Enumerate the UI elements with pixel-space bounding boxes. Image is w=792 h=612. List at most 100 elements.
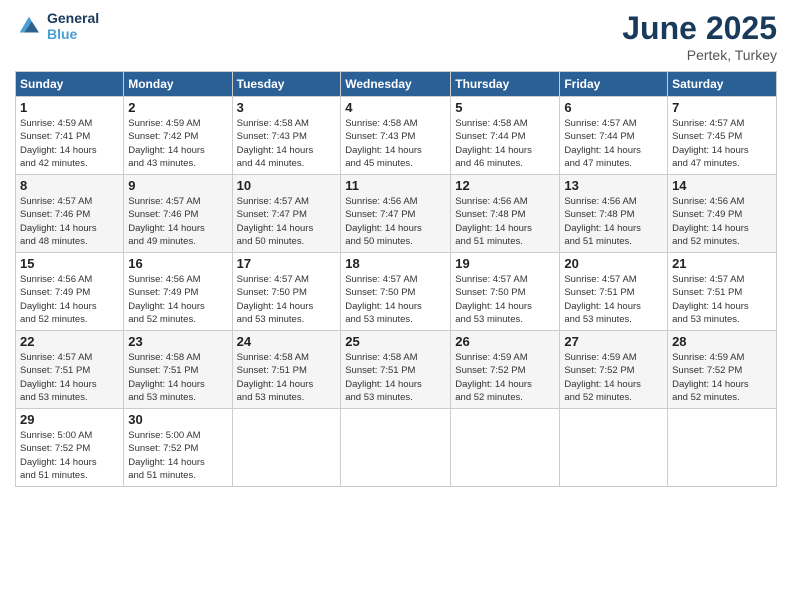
calendar-cell: 16 Sunrise: 4:56 AM Sunset: 7:49 PM Dayli… xyxy=(124,253,232,331)
calendar-cell: 3 Sunrise: 4:58 AM Sunset: 7:43 PM Daylig… xyxy=(232,97,341,175)
calendar-cell: 10 Sunrise: 4:57 AM Sunset: 7:47 PM Dayli… xyxy=(232,175,341,253)
day-number: 3 xyxy=(237,100,337,115)
calendar-cell: 9 Sunrise: 4:57 AM Sunset: 7:46 PM Daylig… xyxy=(124,175,232,253)
calendar-cell: 7 Sunrise: 4:57 AM Sunset: 7:45 PM Daylig… xyxy=(668,97,777,175)
day-info: Sunrise: 4:57 AM Sunset: 7:45 PM Dayligh… xyxy=(672,117,772,170)
calendar-cell: 15Sunrise: 4:56 AM Sunset: 7:49 PM Dayli… xyxy=(16,253,124,331)
day-number: 13 xyxy=(564,178,663,193)
calendar-cell: 23Sunrise: 4:58 AM Sunset: 7:51 PM Dayli… xyxy=(124,331,232,409)
page-header: General Blue June 2025 Pertek, Turkey xyxy=(15,10,777,63)
day-info: Sunrise: 4:56 AM Sunset: 7:49 PM Dayligh… xyxy=(128,273,227,326)
calendar-cell: 1 Sunrise: 4:59 AM Sunset: 7:41 PM Daylig… xyxy=(16,97,124,175)
day-number: 8 xyxy=(20,178,119,193)
calendar-cell: 6 Sunrise: 4:57 AM Sunset: 7:44 PM Daylig… xyxy=(560,97,668,175)
day-number: 21 xyxy=(672,256,772,271)
day-info: Sunrise: 4:58 AM Sunset: 7:44 PM Dayligh… xyxy=(455,117,555,170)
calendar-week-row: 1 Sunrise: 4:59 AM Sunset: 7:41 PM Daylig… xyxy=(16,97,777,175)
day-info: Sunrise: 4:58 AM Sunset: 7:43 PM Dayligh… xyxy=(345,117,446,170)
day-number: 11 xyxy=(345,178,446,193)
calendar-cell: 24 Sunrise: 4:58 AM Sunset: 7:51 PM Dayli… xyxy=(232,331,341,409)
calendar-cell: 4Sunrise: 4:58 AM Sunset: 7:43 PM Daylig… xyxy=(341,97,451,175)
day-number: 1 xyxy=(20,100,119,115)
day-info: Sunrise: 4:57 AM Sunset: 7:50 PM Dayligh… xyxy=(455,273,555,326)
day-number: 24 xyxy=(237,334,337,349)
calendar-cell: 17 Sunrise: 4:57 AM Sunset: 7:50 PM Dayli… xyxy=(232,253,341,331)
logo: General Blue xyxy=(15,10,99,42)
day-number: 28 xyxy=(672,334,772,349)
calendar-week-row: 29 Sunrise: 5:00 AM Sunset: 7:52 PM Dayli… xyxy=(16,409,777,487)
header-cell-thursday: Thursday xyxy=(451,72,560,97)
logo-text: General Blue xyxy=(47,10,99,42)
day-info: Sunrise: 4:56 AM Sunset: 7:49 PM Dayligh… xyxy=(20,273,119,326)
calendar-cell: 11 Sunrise: 4:56 AM Sunset: 7:47 PM Dayli… xyxy=(341,175,451,253)
calendar-body: 1 Sunrise: 4:59 AM Sunset: 7:41 PM Daylig… xyxy=(16,97,777,487)
calendar-cell: 25Sunrise: 4:58 AM Sunset: 7:51 PM Dayli… xyxy=(341,331,451,409)
calendar-cell: 30Sunrise: 5:00 AM Sunset: 7:52 PM Dayli… xyxy=(124,409,232,487)
calendar-cell xyxy=(451,409,560,487)
day-number: 16 xyxy=(128,256,227,271)
calendar-cell: 14 Sunrise: 4:56 AM Sunset: 7:49 PM Dayli… xyxy=(668,175,777,253)
day-info: Sunrise: 4:57 AM Sunset: 7:51 PM Dayligh… xyxy=(672,273,772,326)
day-number: 27 xyxy=(564,334,663,349)
calendar-cell: 2 Sunrise: 4:59 AM Sunset: 7:42 PM Daylig… xyxy=(124,97,232,175)
calendar-cell: 20 Sunrise: 4:57 AM Sunset: 7:51 PM Dayli… xyxy=(560,253,668,331)
calendar-cell: 13 Sunrise: 4:56 AM Sunset: 7:48 PM Dayli… xyxy=(560,175,668,253)
day-number: 29 xyxy=(20,412,119,427)
day-info: Sunrise: 4:59 AM Sunset: 7:52 PM Dayligh… xyxy=(564,351,663,404)
day-number: 17 xyxy=(237,256,337,271)
header-cell-saturday: Saturday xyxy=(668,72,777,97)
calendar-cell: 18Sunrise: 4:57 AM Sunset: 7:50 PM Dayli… xyxy=(341,253,451,331)
location: Pertek, Turkey xyxy=(622,47,777,63)
day-info: Sunrise: 4:58 AM Sunset: 7:51 PM Dayligh… xyxy=(345,351,446,404)
day-info: Sunrise: 4:58 AM Sunset: 7:51 PM Dayligh… xyxy=(237,351,337,404)
day-info: Sunrise: 4:56 AM Sunset: 7:48 PM Dayligh… xyxy=(455,195,555,248)
calendar-cell: 19 Sunrise: 4:57 AM Sunset: 7:50 PM Dayli… xyxy=(451,253,560,331)
day-number: 20 xyxy=(564,256,663,271)
day-info: Sunrise: 4:59 AM Sunset: 7:52 PM Dayligh… xyxy=(455,351,555,404)
day-number: 7 xyxy=(672,100,772,115)
calendar-cell: 28 Sunrise: 4:59 AM Sunset: 7:52 PM Dayli… xyxy=(668,331,777,409)
day-info: Sunrise: 4:59 AM Sunset: 7:42 PM Dayligh… xyxy=(128,117,227,170)
logo-icon xyxy=(15,12,43,40)
day-info: Sunrise: 4:57 AM Sunset: 7:46 PM Dayligh… xyxy=(20,195,119,248)
day-info: Sunrise: 4:57 AM Sunset: 7:46 PM Dayligh… xyxy=(128,195,227,248)
day-info: Sunrise: 4:57 AM Sunset: 7:50 PM Dayligh… xyxy=(237,273,337,326)
calendar-cell xyxy=(560,409,668,487)
calendar-cell: 12Sunrise: 4:56 AM Sunset: 7:48 PM Dayli… xyxy=(451,175,560,253)
day-number: 9 xyxy=(128,178,227,193)
month-year: June 2025 xyxy=(622,10,777,47)
day-info: Sunrise: 4:56 AM Sunset: 7:47 PM Dayligh… xyxy=(345,195,446,248)
day-number: 26 xyxy=(455,334,555,349)
day-number: 19 xyxy=(455,256,555,271)
calendar-cell: 5Sunrise: 4:58 AM Sunset: 7:44 PM Daylig… xyxy=(451,97,560,175)
day-number: 14 xyxy=(672,178,772,193)
day-info: Sunrise: 4:57 AM Sunset: 7:51 PM Dayligh… xyxy=(564,273,663,326)
header-cell-friday: Friday xyxy=(560,72,668,97)
calendar-cell xyxy=(232,409,341,487)
calendar-week-row: 8 Sunrise: 4:57 AM Sunset: 7:46 PM Daylig… xyxy=(16,175,777,253)
day-info: Sunrise: 4:56 AM Sunset: 7:49 PM Dayligh… xyxy=(672,195,772,248)
header-cell-monday: Monday xyxy=(124,72,232,97)
day-number: 18 xyxy=(345,256,446,271)
header-cell-sunday: Sunday xyxy=(16,72,124,97)
day-info: Sunrise: 4:58 AM Sunset: 7:51 PM Dayligh… xyxy=(128,351,227,404)
day-info: Sunrise: 4:59 AM Sunset: 7:52 PM Dayligh… xyxy=(672,351,772,404)
day-number: 6 xyxy=(564,100,663,115)
calendar-cell: 22Sunrise: 4:57 AM Sunset: 7:51 PM Dayli… xyxy=(16,331,124,409)
day-info: Sunrise: 4:57 AM Sunset: 7:47 PM Dayligh… xyxy=(237,195,337,248)
day-info: Sunrise: 5:00 AM Sunset: 7:52 PM Dayligh… xyxy=(20,429,119,482)
day-number: 10 xyxy=(237,178,337,193)
day-info: Sunrise: 4:57 AM Sunset: 7:44 PM Dayligh… xyxy=(564,117,663,170)
calendar-week-row: 22Sunrise: 4:57 AM Sunset: 7:51 PM Dayli… xyxy=(16,331,777,409)
calendar-table: SundayMondayTuesdayWednesdayThursdayFrid… xyxy=(15,71,777,487)
day-number: 2 xyxy=(128,100,227,115)
day-info: Sunrise: 4:56 AM Sunset: 7:48 PM Dayligh… xyxy=(564,195,663,248)
day-number: 30 xyxy=(128,412,227,427)
calendar-cell: 21 Sunrise: 4:57 AM Sunset: 7:51 PM Dayli… xyxy=(668,253,777,331)
calendar-cell: 8 Sunrise: 4:57 AM Sunset: 7:46 PM Daylig… xyxy=(16,175,124,253)
calendar-week-row: 15Sunrise: 4:56 AM Sunset: 7:49 PM Dayli… xyxy=(16,253,777,331)
calendar-cell: 26 Sunrise: 4:59 AM Sunset: 7:52 PM Dayli… xyxy=(451,331,560,409)
day-info: Sunrise: 4:59 AM Sunset: 7:41 PM Dayligh… xyxy=(20,117,119,170)
day-info: Sunrise: 4:58 AM Sunset: 7:43 PM Dayligh… xyxy=(237,117,337,170)
day-number: 22 xyxy=(20,334,119,349)
